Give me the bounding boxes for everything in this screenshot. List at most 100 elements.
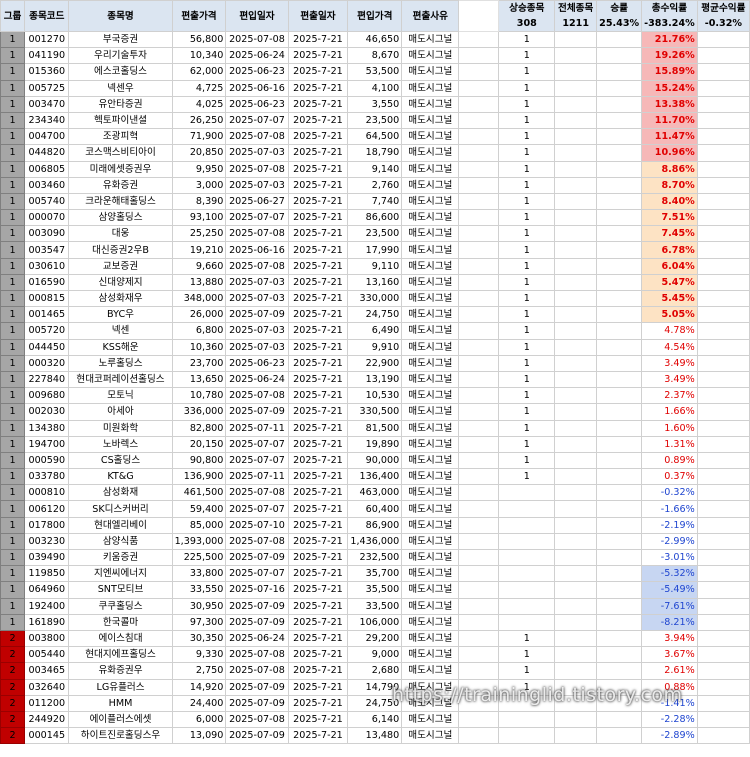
name-cell[interactable]: 아세아 (68, 403, 173, 421)
empty-cell[interactable] (554, 176, 598, 194)
blank-cell[interactable] (458, 370, 500, 389)
out-date-cell[interactable]: 2025-7-21 (287, 468, 349, 486)
out-date-cell[interactable]: 2025-7-21 (287, 257, 349, 275)
empty-cell[interactable] (596, 468, 643, 486)
in-price-cell[interactable]: 14,790 (347, 678, 403, 696)
rise-flag-cell[interactable]: 1 (498, 144, 556, 162)
empty-cell[interactable] (696, 581, 750, 599)
out-date-cell[interactable]: 2025-7-21 (287, 727, 349, 745)
name-cell[interactable]: 현대엘리베이 (68, 516, 173, 534)
empty-cell[interactable] (554, 144, 598, 162)
in-date-cell[interactable]: 2025-06-16 (225, 241, 289, 259)
in-price-cell[interactable]: 90,000 (347, 451, 403, 470)
group-cell[interactable]: 1 (0, 613, 26, 631)
reason-cell[interactable]: 매도시그널 (401, 192, 460, 211)
empty-cell[interactable] (696, 209, 750, 227)
blank-cell[interactable] (458, 710, 500, 729)
empty-cell[interactable] (696, 370, 750, 389)
group-cell[interactable]: 1 (0, 47, 26, 65)
empty-cell[interactable] (596, 144, 643, 162)
in-date-cell[interactable]: 2025-06-24 (225, 370, 289, 389)
empty-cell[interactable] (596, 354, 643, 372)
in-date-cell[interactable]: 2025-07-09 (225, 306, 289, 324)
col-header-group[interactable]: 그룹 (0, 0, 26, 32)
group-cell[interactable]: 1 (0, 419, 26, 437)
out-date-cell[interactable]: 2025-7-21 (287, 500, 349, 518)
blank-cell[interactable] (458, 468, 500, 486)
empty-cell[interactable] (696, 629, 750, 648)
name-cell[interactable]: 하이트진로홀딩스우 (68, 727, 173, 745)
blank-cell[interactable] (458, 354, 500, 372)
return-cell[interactable]: 11.47% (641, 128, 698, 146)
out-date-cell[interactable]: 2025-7-21 (287, 435, 349, 453)
out-date-cell[interactable]: 2025-7-21 (287, 678, 349, 696)
empty-cell[interactable] (554, 710, 598, 729)
reason-cell[interactable]: 매도시그널 (401, 160, 460, 178)
in-price-cell[interactable]: 7,740 (347, 192, 403, 211)
in-price-cell[interactable]: 136,400 (347, 468, 403, 486)
out-date-cell[interactable]: 2025-7-21 (287, 192, 349, 211)
col-header-out-date[interactable]: 편출일자 (287, 0, 349, 32)
empty-cell[interactable] (554, 581, 598, 599)
group-cell[interactable]: 2 (0, 629, 26, 648)
blank-cell[interactable] (458, 176, 500, 194)
blank-cell[interactable] (458, 273, 500, 292)
in-date-cell[interactable]: 2025-07-08 (225, 30, 289, 49)
group-cell[interactable]: 2 (0, 694, 26, 712)
empty-cell[interactable] (596, 516, 643, 534)
name-cell[interactable]: CS홀딩스 (68, 451, 173, 470)
empty-cell[interactable] (596, 30, 643, 49)
blank-cell[interactable] (458, 419, 500, 437)
blank-cell[interactable] (458, 500, 500, 518)
empty-cell[interactable] (696, 306, 750, 324)
in-date-cell[interactable]: 2025-07-07 (225, 451, 289, 470)
name-cell[interactable]: 유화증권 (68, 176, 173, 194)
empty-cell[interactable] (554, 678, 598, 696)
return-cell[interactable]: 13.38% (641, 95, 698, 113)
group-cell[interactable]: 1 (0, 95, 26, 113)
in-date-cell[interactable]: 2025-06-16 (225, 79, 289, 97)
reason-cell[interactable]: 매도시그널 (401, 629, 460, 648)
empty-cell[interactable] (596, 387, 643, 405)
in-date-cell[interactable]: 2025-07-09 (225, 403, 289, 421)
rise-flag-cell[interactable]: 1 (498, 289, 556, 308)
return-cell[interactable]: 7.45% (641, 225, 698, 243)
name-cell[interactable]: 코스맥스비티아이 (68, 144, 173, 162)
code-cell[interactable]: 009680 (24, 387, 70, 405)
empty-cell[interactable] (596, 565, 643, 583)
out-date-cell[interactable]: 2025-7-21 (287, 209, 349, 227)
group-cell[interactable]: 1 (0, 257, 26, 275)
empty-cell[interactable] (596, 419, 643, 437)
blank-cell[interactable] (458, 95, 500, 113)
in-price-cell[interactable]: 330,000 (347, 289, 403, 308)
reason-cell[interactable]: 매도시그널 (401, 727, 460, 745)
out-price-cell[interactable]: 97,300 (171, 613, 227, 631)
group-cell[interactable]: 1 (0, 322, 26, 340)
return-cell[interactable]: 0.88% (641, 678, 698, 696)
return-cell[interactable]: -2.19% (641, 516, 698, 534)
code-cell[interactable]: 011200 (24, 694, 70, 712)
rise-flag-cell[interactable] (498, 548, 556, 567)
out-date-cell[interactable]: 2025-7-21 (287, 646, 349, 664)
in-price-cell[interactable]: 24,750 (347, 694, 403, 712)
rise-flag-cell[interactable]: 1 (498, 128, 556, 146)
out-price-cell[interactable]: 6,000 (171, 710, 227, 729)
out-date-cell[interactable]: 2025-7-21 (287, 47, 349, 65)
return-cell[interactable]: 3.94% (641, 629, 698, 648)
reason-cell[interactable]: 매도시그널 (401, 451, 460, 470)
reason-cell[interactable]: 매도시그널 (401, 289, 460, 308)
empty-cell[interactable] (554, 273, 598, 292)
code-cell[interactable]: 004700 (24, 128, 70, 146)
empty-cell[interactable] (554, 338, 598, 356)
blank-cell[interactable] (458, 192, 500, 211)
empty-cell[interactable] (554, 613, 598, 631)
out-price-cell[interactable]: 336,000 (171, 403, 227, 421)
blank-cell[interactable] (458, 322, 500, 340)
name-cell[interactable]: SK디스커버리 (68, 500, 173, 518)
group-cell[interactable]: 1 (0, 516, 26, 534)
return-cell[interactable]: -5.32% (641, 565, 698, 583)
group-cell[interactable]: 1 (0, 370, 26, 389)
return-cell[interactable]: 15.24% (641, 79, 698, 97)
group-cell[interactable]: 1 (0, 451, 26, 470)
out-price-cell[interactable]: 1,393,000 (171, 532, 227, 551)
